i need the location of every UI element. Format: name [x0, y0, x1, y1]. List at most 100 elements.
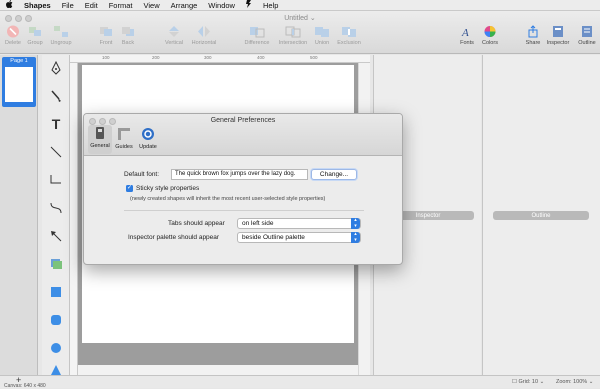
oval-tool[interactable]	[45, 337, 67, 359]
colors-icon	[484, 26, 496, 37]
group-icon	[29, 27, 41, 36]
general-preferences-dialog: General Preferences General Guides Updat…	[83, 113, 403, 265]
tab-general[interactable]: General	[88, 125, 112, 154]
tab-update[interactable]: Update	[136, 126, 160, 150]
arrow-icon	[51, 231, 62, 242]
outline-icon	[582, 26, 592, 37]
horizontal-ruler: 100 200 300 400 500	[70, 55, 370, 63]
inspector-position-label: Inspector palette should appear	[128, 234, 220, 241]
ruler-tick-label: 400	[257, 55, 265, 60]
text-tool[interactable]: T	[45, 113, 67, 135]
apple-menu-icon[interactable]	[6, 0, 13, 10]
update-tab-icon	[142, 128, 154, 140]
delete-icon	[7, 25, 19, 38]
change-font-button[interactable]: Change...	[311, 169, 357, 180]
rectangle-tool[interactable]	[45, 281, 67, 303]
inspector-button[interactable]: Inspector	[544, 25, 572, 46]
sticky-style-checkbox[interactable]: ✓	[126, 185, 133, 192]
curve-tool[interactable]	[45, 197, 67, 219]
menu-format[interactable]: Format	[109, 1, 133, 10]
send-to-back-button[interactable]: Back	[118, 25, 138, 46]
page-thumbnail-item[interactable]: Page 1	[2, 57, 36, 107]
flip-vertical-button[interactable]: Vertical	[160, 25, 188, 46]
fonts-icon: A	[461, 27, 469, 38]
script-menu-icon[interactable]	[245, 0, 252, 10]
menu-window[interactable]: Window	[208, 1, 235, 10]
general-tab-icon	[96, 127, 104, 139]
arrow-tool[interactable]	[45, 225, 67, 247]
vertical-ruler	[70, 63, 78, 375]
page-thumbnail	[5, 67, 33, 102]
send-back-icon	[122, 27, 134, 36]
image-tool[interactable]	[45, 253, 67, 275]
intersection-button[interactable]: Intersection	[275, 25, 311, 46]
dialog-toolbar: General Preferences General Guides Updat…	[84, 114, 402, 156]
delete-button[interactable]: Delete	[3, 25, 23, 46]
oval-icon	[51, 343, 61, 353]
pen-icon	[51, 61, 61, 75]
curve-icon	[50, 202, 62, 214]
horizontal-scrollbar[interactable]	[78, 365, 358, 375]
inspector-position-select[interactable]: beside Outline palette ▴ ▾	[237, 231, 361, 243]
window-toolbar: Untitled ⌄ Delete Group Ungroup Front Ba…	[0, 11, 600, 54]
minimize-window-button[interactable]	[15, 15, 22, 22]
intersection-icon	[285, 26, 301, 38]
ungroup-icon	[54, 26, 68, 37]
pen-tool[interactable]	[45, 57, 67, 79]
menu-arrange[interactable]: Arrange	[171, 1, 198, 10]
menu-file[interactable]: File	[62, 1, 74, 10]
select-chevron-icon: ▴ ▾	[351, 231, 360, 243]
elbow-line-icon	[50, 175, 61, 184]
share-button[interactable]: Share	[523, 25, 543, 46]
difference-button[interactable]: Difference	[240, 25, 274, 46]
outline-panel-title: Outline	[493, 211, 589, 220]
tabs-position-select[interactable]: on left side ▴ ▾	[237, 217, 361, 229]
exclusion-icon	[342, 27, 356, 37]
zoom-window-button[interactable]	[25, 15, 32, 22]
line-icon	[50, 146, 62, 158]
canvas-size-label: Canvas: 640 x 480	[4, 383, 46, 389]
divider	[124, 210, 364, 211]
text-tool-icon: T	[51, 116, 61, 132]
grid-checkbox[interactable]: ☐ Grid: 10 ⌄	[512, 379, 544, 385]
sticky-style-note: (newly created shapes will inherit the m…	[130, 196, 326, 202]
ruler-tick-label: 100	[102, 55, 110, 60]
line-tool[interactable]	[45, 141, 67, 163]
bring-to-front-button[interactable]: Front	[96, 25, 116, 46]
zoom-control[interactable]: Zoom: 100% ⌄	[556, 379, 593, 385]
default-font-field[interactable]: The quick brown fox jumps over the lazy …	[171, 169, 308, 180]
rounded-rectangle-tool[interactable]	[45, 309, 67, 331]
group-button[interactable]: Group	[25, 25, 45, 46]
document-title[interactable]: Untitled ⌄	[270, 14, 330, 22]
menu-view[interactable]: View	[143, 1, 159, 10]
rounded-rectangle-icon	[51, 315, 61, 325]
flip-horizontal-icon	[198, 26, 210, 37]
pages-sidebar: Page 1	[0, 55, 38, 375]
tab-guides[interactable]: Guides	[112, 126, 136, 150]
inspector-icon	[553, 26, 563, 37]
menu-app-name[interactable]: Shapes	[24, 1, 51, 10]
colors-button[interactable]: Colors	[480, 25, 500, 46]
tools-palette: T	[42, 55, 70, 375]
page-label: Page 1	[10, 58, 28, 64]
flip-horizontal-button[interactable]: Horizontal	[189, 25, 219, 46]
ungroup-button[interactable]: Ungroup	[48, 25, 74, 46]
menu-bar: Shapes File Edit Format View Arrange Win…	[0, 0, 600, 11]
close-window-button[interactable]	[5, 15, 12, 22]
brush-tool[interactable]	[45, 85, 67, 107]
menu-help[interactable]: Help	[263, 1, 278, 10]
select-chevron-icon: ▴ ▾	[351, 217, 360, 229]
outline-button[interactable]: Outline	[575, 25, 599, 46]
bring-front-icon	[100, 27, 112, 36]
flip-vertical-icon	[169, 26, 179, 37]
union-button[interactable]: Union	[312, 25, 332, 46]
sticky-style-label[interactable]: Sticky style properties	[136, 185, 199, 192]
fonts-button[interactable]: A Fonts	[458, 25, 476, 46]
tabs-position-label: Tabs should appear	[168, 220, 225, 227]
share-icon	[528, 25, 538, 38]
menu-edit[interactable]: Edit	[85, 1, 98, 10]
svg-text:A: A	[461, 27, 469, 38]
elbow-line-tool[interactable]	[45, 169, 67, 191]
outline-panel: Outline	[482, 55, 600, 375]
exclusion-button[interactable]: Exclusion	[334, 25, 364, 46]
